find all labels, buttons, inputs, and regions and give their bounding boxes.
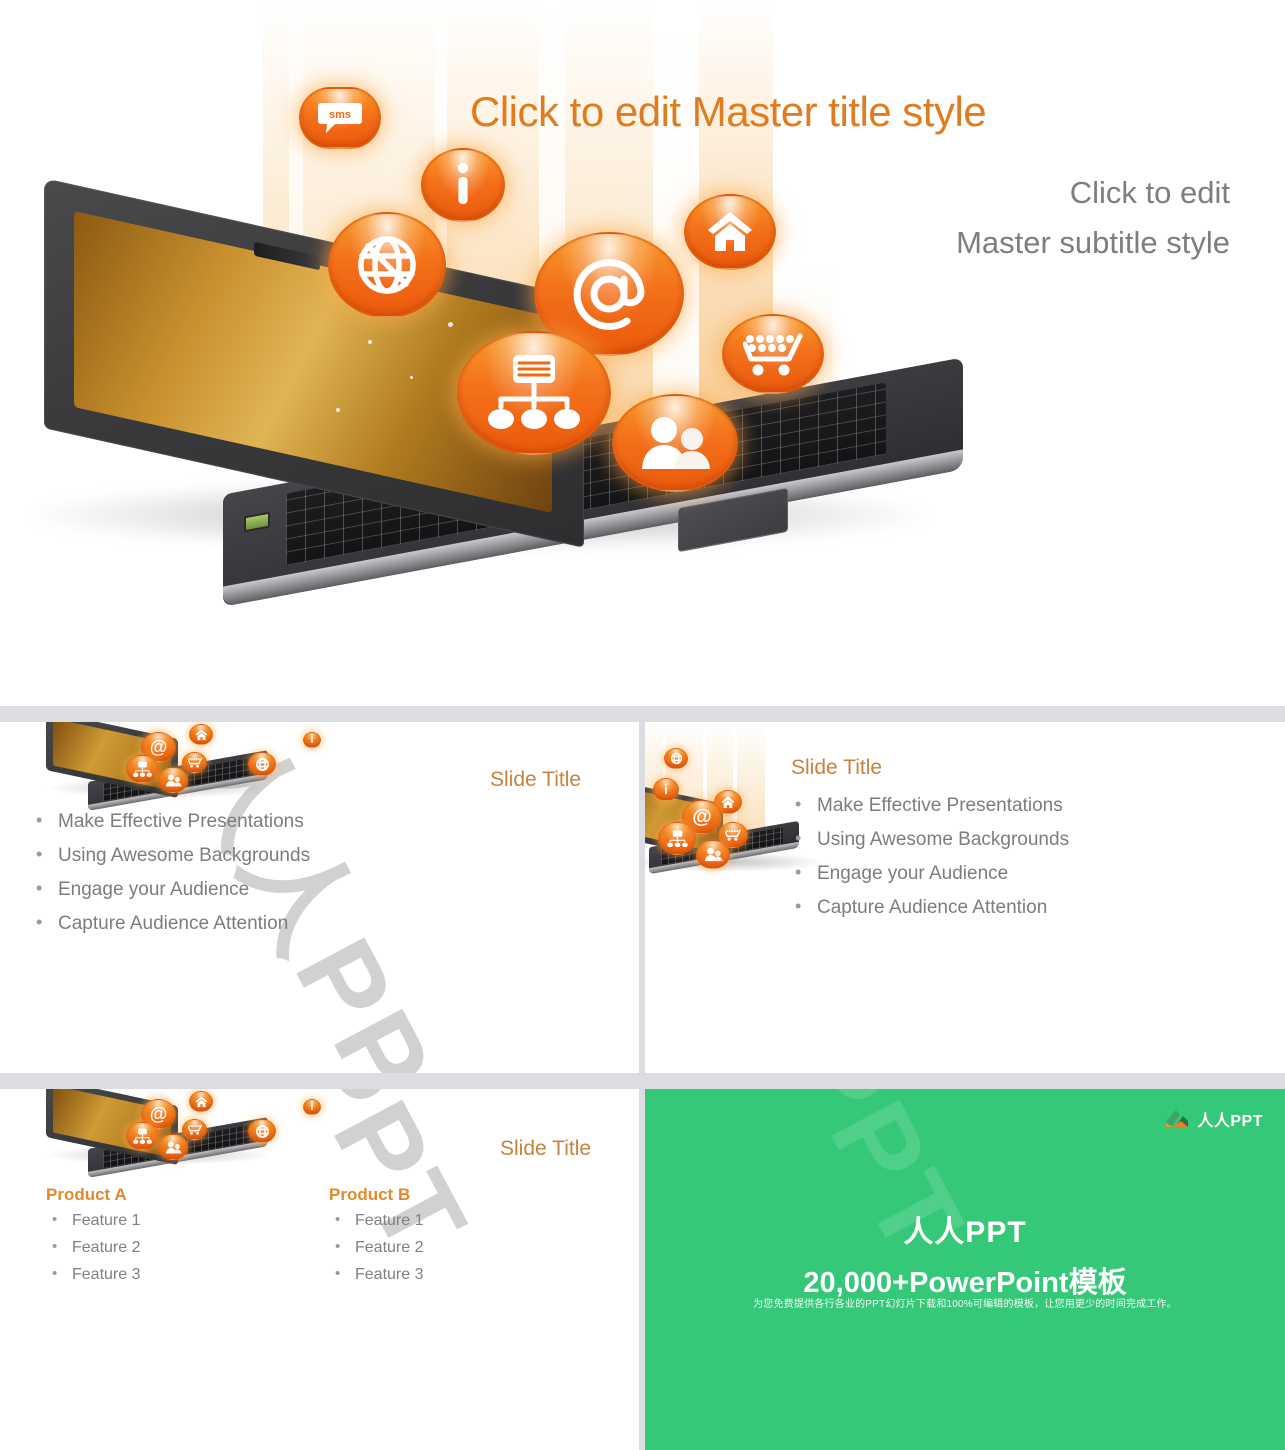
mini-sitemap-icon-right <box>658 822 696 855</box>
globe-icon[interactable] <box>328 212 446 318</box>
presentation-preview: sms Click to edit Master title style Cli… <box>0 0 1285 1450</box>
product-b-heading: Product B <box>329 1185 411 1204</box>
mini-users-icon-right <box>696 840 730 869</box>
sitemap-icon[interactable] <box>457 331 611 455</box>
mini-home-icon <box>189 724 213 745</box>
list-item: Feature 3 <box>48 1262 140 1286</box>
mini-sitemap-icon-products <box>126 1122 159 1150</box>
info-icon[interactable] <box>421 148 505 222</box>
mini-shopping-cart-icon <box>182 752 207 773</box>
mini-users-icon <box>158 767 188 793</box>
list-item: Engage your Audience <box>791 859 1069 887</box>
mini-globe-icon-products <box>248 1119 276 1143</box>
list-item: Feature 1 <box>331 1208 423 1232</box>
hero-subtitle-line1: Click to edit <box>1069 175 1230 210</box>
divider-row-2 <box>0 1073 1285 1089</box>
promo-note: 为您免费提供各行各业的PPT幻灯片下载和100%可编辑的模板，让您用更少的时间完… <box>753 1299 1177 1310</box>
list-item: Using Awesome Backgrounds <box>32 841 310 869</box>
list-item: Feature 2 <box>48 1235 140 1259</box>
mini-info-icon: i <box>303 732 321 748</box>
sms-icon[interactable]: sms <box>299 87 381 149</box>
list-item: Engage your Audience <box>32 875 310 903</box>
product-a-features[interactable]: Feature 1 Feature 2 Feature 3 <box>48 1208 140 1290</box>
slide-title-left[interactable]: Slide Title <box>490 768 581 792</box>
mini-sitemap-icon <box>126 755 159 783</box>
list-item: Make Effective Presentations <box>791 791 1069 819</box>
hero-subtitle[interactable]: Click to edit Master subtitle style <box>700 168 1230 268</box>
promo-heading: 人人PPT <box>903 1216 1027 1249</box>
mini-info-icon-right: i <box>653 778 679 801</box>
mini-globe-icon-right <box>664 748 688 769</box>
logo-text: 人人PPT <box>1197 1113 1263 1130</box>
list-item: Feature 2 <box>331 1235 423 1259</box>
list-item: Capture Audience Attention <box>791 893 1069 921</box>
hero-title[interactable]: Click to edit Master title style <box>470 88 1260 136</box>
mini-globe-icon <box>248 752 276 776</box>
product-b-features[interactable]: Feature 1 Feature 2 Feature 3 <box>331 1208 423 1290</box>
logo-mark-icon <box>1164 1107 1190 1131</box>
list-item: Make Effective Presentations <box>32 807 310 835</box>
slide-title-products[interactable]: Slide Title <box>500 1137 591 1161</box>
list-item: Feature 1 <box>48 1208 140 1232</box>
mini-info-icon-products: i <box>303 1099 321 1115</box>
slide-products[interactable]: 人人PPT @ i Slide Title P <box>0 1089 639 1450</box>
list-item: Capture Audience Attention <box>32 909 310 937</box>
slide-bullets-right[interactable]: i @ Slide Title Make Effective Presentat… <box>645 722 1285 1073</box>
svg-text:sms: sms <box>329 109 351 121</box>
slide-bullets-left[interactable]: 人人PPT @ i Slide Title • Make Effective P… <box>0 722 639 1073</box>
mini-users-icon-products <box>158 1134 188 1160</box>
bullet-list-left[interactable]: Make Effective Presentations Using Aweso… <box>32 807 310 944</box>
hero-slide[interactable]: sms Click to edit Master title style Cli… <box>0 0 1285 706</box>
product-a-heading: Product A <box>46 1185 127 1204</box>
mini-home-icon-products <box>189 1091 213 1112</box>
divider-row-1 <box>0 706 1285 722</box>
promo-watermark: 人人PPT <box>650 1089 1015 1282</box>
promo-panel[interactable]: 人人PPT 人人PPT 人人PPT 20,000+PowerPoint模板 为您… <box>645 1089 1285 1450</box>
list-item: Using Awesome Backgrounds <box>791 825 1069 853</box>
hero-subtitle-line2: Master subtitle style <box>956 225 1230 260</box>
users-icon[interactable] <box>612 394 738 492</box>
list-item: Feature 3 <box>331 1262 423 1286</box>
slide-title-right[interactable]: Slide Title <box>791 756 882 780</box>
bullet-list-right[interactable]: Make Effective Presentations Using Aweso… <box>791 791 1069 928</box>
mini-shopping-cart-icon-products <box>182 1119 207 1140</box>
shopping-cart-icon[interactable] <box>722 314 824 394</box>
brand-logo[interactable]: 人人PPT <box>1164 1107 1263 1131</box>
